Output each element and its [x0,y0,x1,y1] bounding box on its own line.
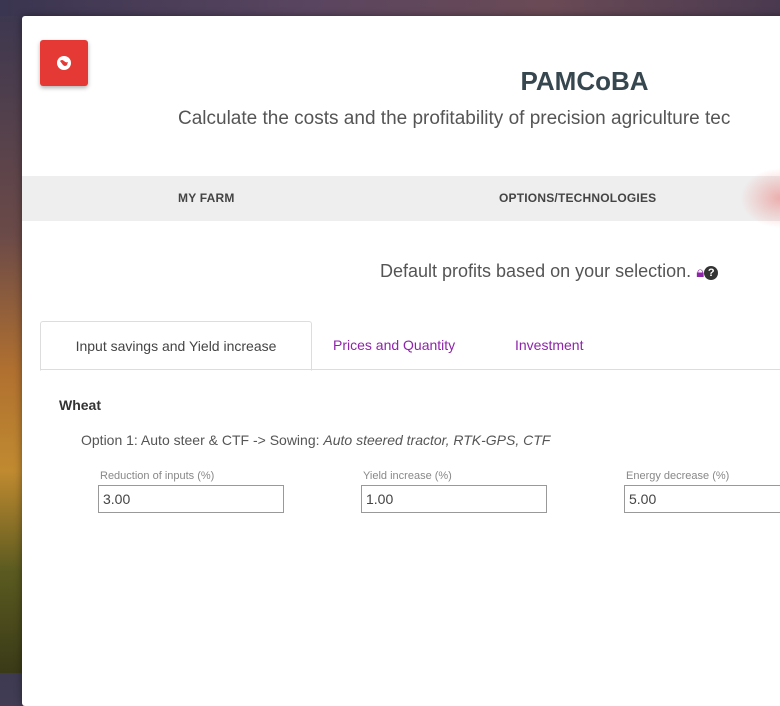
reduction-inputs-label: Reduction of inputs (%) [100,470,215,482]
nav-item-options-technologies[interactable]: OPTIONS/TECHNOLOGIES [499,176,656,221]
lock-icon[interactable]: 🔒︎ [696,264,704,281]
tabs-divider [40,369,780,370]
decorative-glow [740,168,780,228]
energy-decrease-label: Energy decrease (%) [626,470,730,482]
background-image-top [0,0,780,16]
yield-increase-label: Yield increase (%) [363,470,452,482]
tab-input-savings[interactable]: Input savings and Yield increase [40,321,312,371]
help-icon[interactable]: ? [704,266,719,280]
profits-notice: Default profits based on your selection.… [380,261,719,282]
page-subtitle: Calculate the costs and the profitabilit… [178,108,731,129]
option-detail: Auto steered tractor, RTK-GPS, CTF [323,432,551,448]
tab-prices-quantity[interactable]: Prices and Quantity [333,321,455,369]
page-title: PAMCoBA [520,66,649,96]
option-prefix: Option 1: Auto steer & CTF -> Sowing: [81,432,324,448]
tab-investment[interactable]: Investment [515,321,583,369]
crop-heading: Wheat [59,397,101,413]
energy-decrease-field[interactable] [624,485,780,513]
reduction-inputs-field[interactable] [98,485,284,513]
main-nav: MY FARM OPTIONS/TECHNOLOGIES [22,176,780,221]
main-card: PAMCoBA Calculate the costs and the prof… [22,16,780,706]
background-image [0,0,22,673]
nav-item-my-farm[interactable]: MY FARM [178,176,235,221]
notice-text: Default profits based on your selection. [380,261,692,281]
option-description: Option 1: Auto steer & CTF -> Sowing: Au… [81,432,550,448]
yield-increase-field[interactable] [361,485,547,513]
